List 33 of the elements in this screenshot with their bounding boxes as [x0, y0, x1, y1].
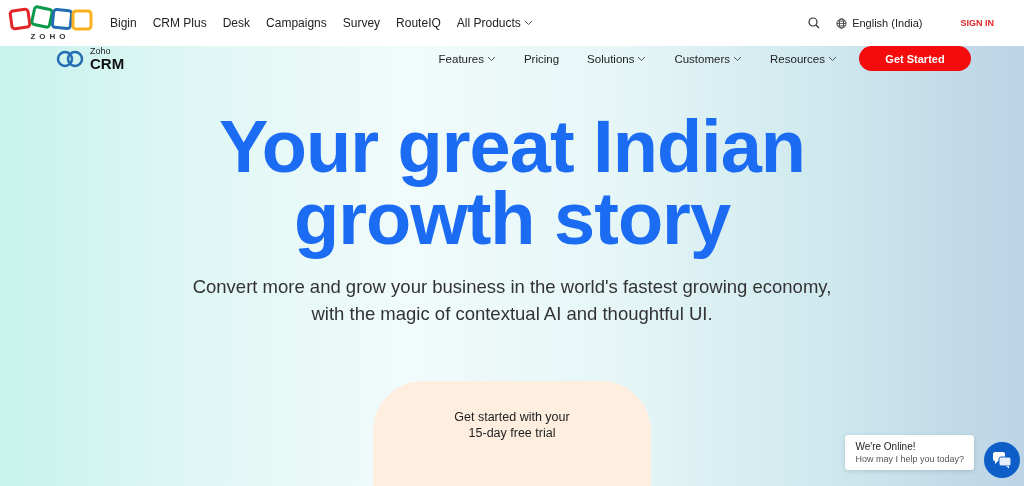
- globe-icon: [836, 17, 848, 29]
- chat-button[interactable]: [984, 442, 1020, 478]
- caret-icon: [828, 55, 837, 62]
- zoho-logo[interactable]: ZOHO: [6, 5, 94, 41]
- sign-in-link[interactable]: SIGN IN: [960, 18, 994, 28]
- nav-link[interactable]: Resources: [770, 52, 837, 65]
- caret-icon: [637, 55, 647, 62]
- free-trial-card[interactable]: Get started with your 15-day free trial: [373, 381, 651, 486]
- nav-link[interactable]: Customers: [674, 52, 743, 65]
- language-selector[interactable]: English (India): [836, 17, 923, 29]
- product-link[interactable]: Survey: [342, 16, 381, 30]
- get-started-button[interactable]: Get Started: [859, 46, 971, 71]
- product-link[interactable]: Campaigns: [266, 16, 327, 30]
- hero-subtitle: Convert more and grow your business in the world's fastest growing economy, with the magic of contextual AI and thoughtful UI.: [192, 275, 832, 326]
- chat-bubble[interactable]: We're Online! How may I help you today?: [845, 435, 974, 470]
- nav-link[interactable]: Solutions: [587, 52, 647, 65]
- brand-name: Zoho: [90, 46, 112, 56]
- nav-link[interactable]: Features: [438, 52, 496, 65]
- caret-icon: [733, 55, 743, 62]
- chat-title: We're Online!: [855, 441, 917, 452]
- product-link[interactable]: Bigin: [110, 16, 137, 30]
- search-icon[interactable]: [808, 17, 821, 29]
- caret-icon: [523, 20, 533, 26]
- chat-icon: [992, 451, 1012, 469]
- product-link[interactable]: Desk: [222, 16, 251, 30]
- brand-product: CRM: [90, 55, 125, 71]
- product-link[interactable]: All Products: [456, 16, 533, 30]
- caret-icon: [486, 55, 496, 62]
- product-link[interactable]: RouteIQ: [396, 16, 441, 30]
- nav-link[interactable]: Pricing: [523, 52, 560, 65]
- chat-message: How may I help you today?: [855, 454, 964, 464]
- crm-logo-icon: [55, 49, 85, 68]
- product-link[interactable]: CRM Plus: [152, 16, 207, 30]
